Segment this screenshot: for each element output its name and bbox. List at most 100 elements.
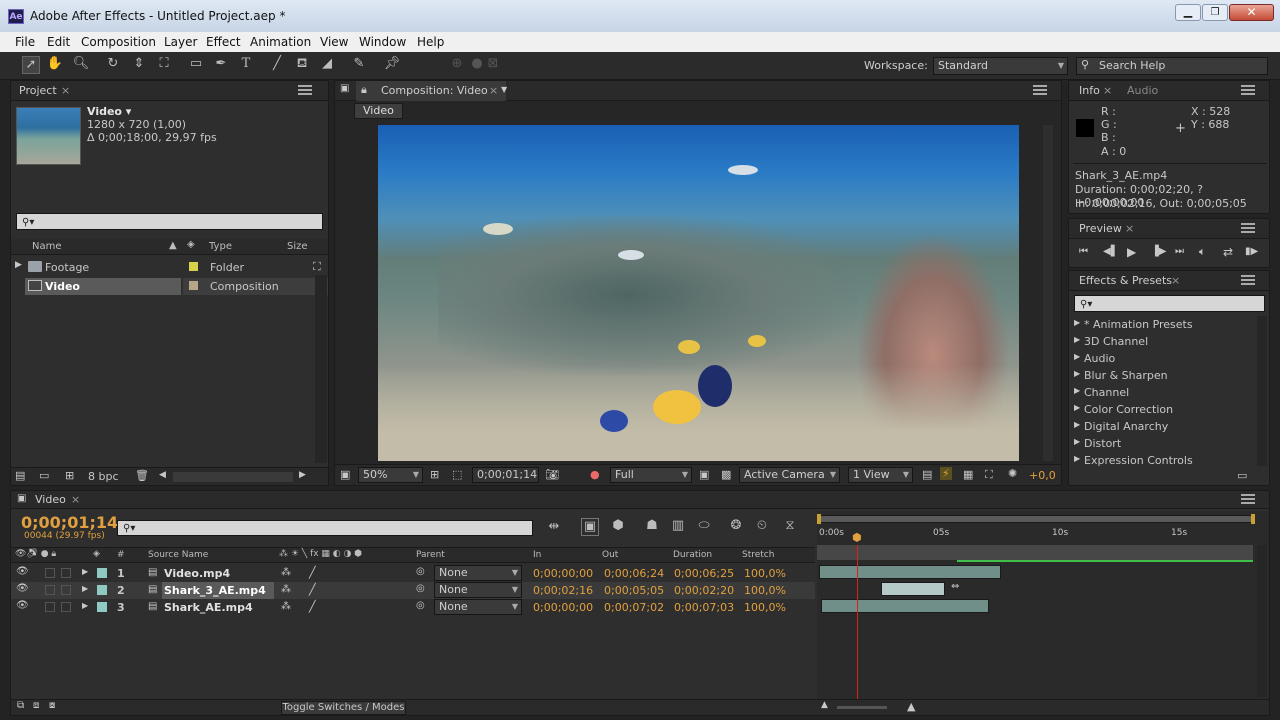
lock-checkbox[interactable] (61, 568, 71, 578)
timeline-tab-close-icon[interactable]: × (71, 493, 80, 506)
comp-name[interactable]: Video ▾ (87, 105, 131, 118)
col-in[interactable]: In (533, 550, 541, 560)
quality-switch-icon[interactable]: ╱ (309, 566, 316, 579)
channel-icon[interactable]: ● (590, 468, 600, 481)
layer-bar-1[interactable] (819, 565, 1001, 579)
menu-view[interactable]: View (320, 35, 348, 49)
work-area-start-handle[interactable] (817, 514, 821, 524)
graph-editor-icon[interactable]: ⧖ (781, 518, 799, 536)
brainstorm-icon[interactable]: ❂ (727, 518, 745, 536)
effects-category[interactable]: ▶ Blur & Sharpen (1069, 367, 1255, 384)
layer-stretch[interactable]: 100,0% (744, 584, 786, 597)
pickwhip-icon[interactable]: ◎ (416, 566, 425, 577)
mute-audio-icon[interactable]: 🔈︎ (1199, 245, 1206, 259)
live-update-icon[interactable]: ▣ (581, 518, 599, 536)
menu-window[interactable]: Window (359, 35, 406, 49)
camera-tool-icon[interactable]: ⇕ (130, 56, 148, 74)
bpc-label[interactable]: 8 bpc (88, 470, 119, 483)
puppet-pin-tool-icon[interactable]: 📌︎ (383, 56, 401, 74)
layer-row-2[interactable]: 👁︎ ▶ 2 ▤ Shark_3_AE.mp4 ⁂ ╱ ◎ None 0;00;… (11, 582, 815, 599)
layer-out[interactable]: 0;00;05;05 (604, 584, 664, 597)
magnification-dropdown[interactable]: 50% (358, 467, 423, 483)
snapshot-icon[interactable]: 📷︎ (545, 468, 559, 481)
col-size[interactable]: Size (287, 241, 308, 252)
draft-3d-icon[interactable]: ⬢ (609, 518, 627, 536)
info-panel-menu-icon[interactable] (1241, 85, 1255, 95)
layer-name[interactable]: Shark_AE.mp4 (164, 601, 253, 614)
visibility-eye-icon[interactable]: 👁︎ (16, 583, 29, 594)
layer-stretch[interactable]: 100,0% (744, 601, 786, 614)
layer-bar-2[interactable] (881, 582, 945, 596)
safe-zones-icon[interactable]: ⊞ (430, 468, 439, 481)
layer-bar-3[interactable] (821, 599, 989, 613)
col-stretch[interactable]: Stretch (742, 550, 774, 560)
layer-name[interactable]: Shark_3_AE.mp4 (164, 584, 266, 597)
col-source-name[interactable]: Source Name (148, 550, 208, 560)
effects-category[interactable]: ▶ Expression Controls (1069, 452, 1255, 469)
collapse-switch-icon[interactable]: ⁂ (281, 567, 291, 578)
col-type[interactable]: Type (209, 241, 232, 252)
pan-behind-tool-icon[interactable]: ⛶ (155, 56, 173, 74)
horizontal-scrollbar[interactable] (173, 472, 293, 482)
effects-category[interactable]: ▶ Distort (1069, 435, 1255, 452)
lock-checkbox[interactable] (61, 602, 71, 612)
layer-label-color[interactable] (97, 602, 107, 612)
timeline-vertical-scrollbar[interactable] (1257, 545, 1267, 697)
selection-tool-icon[interactable]: ➚ (22, 56, 40, 74)
resolution-dropdown[interactable]: Full (610, 467, 692, 483)
visibility-eye-icon[interactable]: 👁︎ (16, 600, 29, 611)
parent-dropdown[interactable]: None (434, 565, 522, 581)
parent-dropdown[interactable]: None (434, 582, 522, 598)
layer-duration[interactable]: 0;00;07;03 (674, 601, 734, 614)
new-preset-icon[interactable]: ▭ (1237, 469, 1247, 482)
project-search-input[interactable]: ⚲▾ (16, 213, 323, 230)
pickwhip-icon[interactable]: ◎ (416, 583, 425, 594)
menu-effect[interactable]: Effect (206, 35, 241, 49)
effects-tab-close-icon[interactable]: × (1171, 274, 1180, 287)
brush-tool-icon[interactable]: ╱ (268, 56, 286, 74)
scroll-right-icon[interactable]: ▶ (299, 470, 306, 480)
composition-tab-close-icon[interactable]: × (489, 84, 498, 97)
frame-blending-icon[interactable]: ▥ (669, 518, 687, 536)
menu-animation[interactable]: Animation (250, 35, 311, 49)
layer-switches-icon[interactable]: ⧉ (17, 700, 24, 711)
auto-keyframe-icon[interactable]: ⏲ (753, 518, 771, 536)
layer-out[interactable]: 0;00;07;02 (604, 601, 664, 614)
rectangle-tool-icon[interactable]: ▭ (187, 56, 205, 74)
project-item-footage[interactable]: ▶ Footage Folder ⛶ (11, 259, 328, 276)
close-button[interactable]: ✕ (1229, 4, 1274, 21)
rotate-tool-icon[interactable]: ↻ (104, 56, 122, 74)
next-frame-icon[interactable]: ▐▶ (1151, 246, 1166, 257)
effects-category[interactable]: ▶ Digital Anarchy (1069, 418, 1255, 435)
sort-icon[interactable]: ▲ (169, 240, 177, 251)
col-duration[interactable]: Duration (673, 550, 712, 560)
menu-edit[interactable]: Edit (47, 35, 70, 49)
hand-tool-icon[interactable]: ✋ (46, 56, 64, 74)
toggle-switches-modes-button[interactable]: Toggle Switches / Modes (281, 701, 406, 715)
layer-out[interactable]: 0;00;06;24 (604, 567, 664, 580)
preview-panel-menu-icon[interactable] (1241, 223, 1255, 233)
zoom-tool-icon[interactable]: 🔍︎ (72, 56, 90, 74)
expand-arrow-icon[interactable]: ▶ (82, 567, 88, 576)
layer-stretch[interactable]: 100,0% (744, 567, 786, 580)
expand-arrow-icon[interactable]: ▶ (82, 601, 88, 610)
collapse-switch-icon[interactable]: ⁂ (281, 601, 291, 612)
col-parent[interactable]: Parent (416, 550, 445, 560)
view-layout-dropdown[interactable]: 1 View (848, 467, 913, 483)
expand-arrow-icon[interactable]: ▶ (82, 584, 88, 593)
menu-composition[interactable]: Composition (81, 35, 156, 49)
effects-panel-menu-icon[interactable] (1241, 275, 1255, 285)
transparency-grid-icon[interactable]: ▩ (721, 468, 731, 481)
pen-tool-icon[interactable]: ✒ (212, 56, 230, 74)
layer-duration[interactable]: 0;00;02;20 (674, 584, 734, 597)
composition-tab-dropdown-icon[interactable]: ▼ (501, 85, 507, 94)
play-icon[interactable]: ▶ (1127, 245, 1136, 259)
pickwhip-icon[interactable]: ◎ (416, 600, 425, 611)
in-out-panes-icon[interactable]: ⧇ (49, 700, 55, 711)
comp-lock-icon[interactable]: 🔒︎ (361, 83, 367, 97)
flowchart-icon[interactable]: ⛶ (313, 260, 321, 274)
layer-in[interactable]: 0;00;00;00 (533, 567, 593, 580)
eraser-tool-icon[interactable]: ◢ (318, 56, 336, 74)
quality-switch-icon[interactable]: ╱ (309, 600, 316, 613)
effects-category[interactable]: ▶ Channel (1069, 384, 1255, 401)
